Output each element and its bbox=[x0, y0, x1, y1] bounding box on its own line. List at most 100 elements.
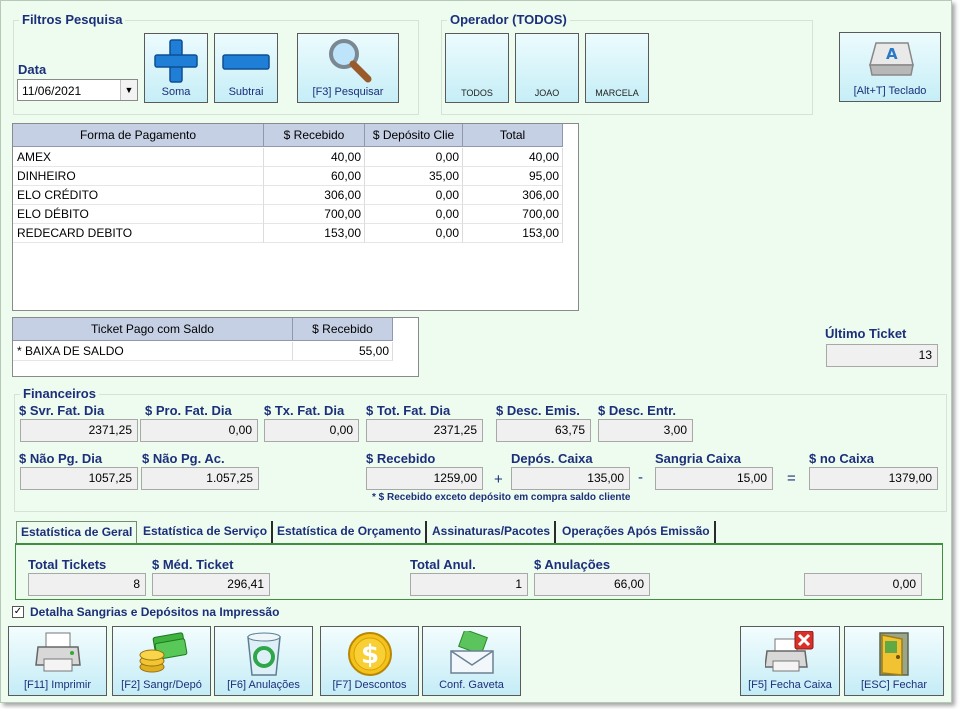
table-row[interactable]: AMEX 40,00 0,00 40,00 bbox=[13, 148, 563, 167]
pesquisar-button[interactable]: [F3] Pesquisar bbox=[297, 33, 399, 103]
sangria-caixa-label: Sangria Caixa bbox=[655, 451, 741, 466]
deposito-cell: 35,00 bbox=[365, 167, 463, 186]
cash-coins-icon bbox=[139, 632, 187, 673]
printer-cancel-icon bbox=[765, 631, 814, 672]
total-cell: 306,00 bbox=[463, 186, 563, 205]
col-deposito-clie[interactable]: $ Depósito Clie bbox=[365, 124, 463, 147]
tx-fat-dia-label: $ Tx. Fat. Dia bbox=[264, 403, 345, 418]
operador-joao-tile[interactable]: JOAO bbox=[515, 33, 579, 103]
anulacoes-label: $ Anulações bbox=[534, 557, 611, 572]
fechar-button[interactable]: [ESC] Fechar bbox=[844, 626, 944, 696]
payments-table: Forma de Pagamento $ Recebido $ Depósito… bbox=[12, 123, 579, 311]
ticket-saldo-table: Ticket Pago com Saldo $ Recebido * BAIXA… bbox=[12, 317, 419, 377]
operador-todos-label: TODOS bbox=[461, 88, 493, 98]
tab-estatistica-geral[interactable]: Estatística de Geral bbox=[16, 521, 138, 543]
col-forma-pagamento[interactable]: Forma de Pagamento bbox=[13, 124, 264, 147]
recebido-cell: 60,00 bbox=[264, 167, 365, 186]
recebido-note: * $ Recebido exceto depósito em compra s… bbox=[372, 492, 631, 503]
table-row[interactable]: ELO DÉBITO 700,00 0,00 700,00 bbox=[13, 205, 563, 224]
payments-header: Forma de Pagamento $ Recebido $ Depósito… bbox=[13, 124, 563, 147]
date-value: 11/06/2021 bbox=[22, 84, 82, 98]
tab-assinaturas-pacotes[interactable]: Assinaturas/Pacotes bbox=[428, 521, 557, 543]
nao-pg-dia-field: 1057,25 bbox=[20, 467, 138, 490]
col-recebido[interactable]: $ Recebido bbox=[264, 124, 365, 147]
financeiros-title: Financeiros bbox=[20, 386, 99, 401]
exit-door-icon bbox=[879, 632, 909, 676]
ticket-saldo-header: Ticket Pago com Saldo $ Recebido bbox=[13, 318, 393, 341]
minus-operator: - bbox=[638, 469, 643, 486]
dollar-coin-icon: $ bbox=[347, 632, 392, 676]
data-label: Data bbox=[18, 62, 47, 77]
plus-operator: + bbox=[494, 471, 503, 488]
table-row[interactable]: ELO CRÉDITO 306,00 0,00 306,00 bbox=[13, 186, 563, 205]
operador-todos-tile[interactable]: TODOS bbox=[445, 33, 509, 103]
sangria-caixa-field: 15,00 bbox=[655, 467, 773, 490]
anulacoes-button[interactable]: [F6] Anulações bbox=[214, 626, 313, 696]
fechar-label: [ESC] Fechar bbox=[860, 679, 928, 691]
detalha-checkbox[interactable]: ✓ bbox=[12, 606, 24, 618]
tot-fat-dia-field: 2371,25 bbox=[366, 419, 483, 442]
total-anul-label: Total Anul. bbox=[410, 557, 476, 572]
descontos-button[interactable]: $ [F7] Descontos bbox=[320, 626, 419, 696]
total-anul-field: 1 bbox=[410, 573, 528, 596]
detalha-checkbox-label[interactable]: Detalha Sangrias e Depósitos na Impressã… bbox=[30, 605, 279, 619]
table-row[interactable]: DINHEIRO 60,00 35,00 95,00 bbox=[13, 167, 563, 186]
recebido-label: $ Recebido bbox=[366, 451, 436, 466]
forma-cell: ELO DÉBITO bbox=[13, 205, 264, 224]
desc-entr-field: 3,00 bbox=[598, 419, 693, 442]
sangr-depo-button[interactable]: [F2] Sangr/Depó bbox=[112, 626, 211, 696]
tab-estatistica-servico[interactable]: Estatística de Serviço bbox=[139, 521, 274, 543]
col-ticket-pago-saldo[interactable]: Ticket Pago com Saldo bbox=[13, 318, 293, 341]
imprimir-button[interactable]: [F11] Imprimir bbox=[8, 626, 107, 696]
ultimo-ticket-field: 13 bbox=[826, 344, 938, 367]
conf-gaveta-button[interactable]: Conf. Gaveta bbox=[422, 626, 521, 696]
chevron-down-icon[interactable]: ▼ bbox=[120, 80, 137, 100]
plus-icon bbox=[154, 39, 198, 83]
col-ticket-recebido[interactable]: $ Recebido bbox=[293, 318, 393, 341]
descontos-label: [F7] Descontos bbox=[332, 679, 407, 691]
svg-text:$: $ bbox=[361, 640, 379, 670]
fecha-caixa-label: [F5] Fecha Caixa bbox=[748, 679, 832, 691]
tab-estatistica-orcamento[interactable]: Estatística de Orçamento bbox=[273, 521, 428, 543]
conf-gaveta-label: Conf. Gaveta bbox=[439, 679, 504, 691]
caixa-window: Filtros Pesquisa Data 11/06/2021 ▼ Soma … bbox=[0, 0, 952, 703]
recebido-cell: 153,00 bbox=[264, 224, 365, 243]
tot-fat-dia-label: $ Tot. Fat. Dia bbox=[366, 403, 451, 418]
col-total[interactable]: Total bbox=[463, 124, 563, 147]
forma-cell: AMEX bbox=[13, 148, 264, 167]
table-row[interactable]: * BAIXA DE SALDO 55,00 bbox=[13, 342, 393, 361]
depos-caixa-field: 135,00 bbox=[511, 467, 630, 490]
anulacoes-label: [F6] Anulações bbox=[227, 679, 300, 691]
soma-label: Soma bbox=[161, 86, 191, 98]
tab-operacoes-apos-emissao[interactable]: Operações Após Emissão bbox=[558, 521, 716, 543]
table-row[interactable]: REDECARD DEBITO 153,00 0,00 153,00 bbox=[13, 224, 563, 243]
ticket-recebido-cell: 55,00 bbox=[293, 342, 393, 361]
deposito-cell: 0,00 bbox=[365, 148, 463, 167]
imprimir-label: [F11] Imprimir bbox=[23, 679, 92, 691]
soma-button[interactable]: Soma bbox=[144, 33, 208, 103]
total-cell: 700,00 bbox=[463, 205, 563, 224]
no-caixa-field: 1379,00 bbox=[809, 467, 938, 490]
ticket-desc-cell: * BAIXA DE SALDO bbox=[13, 342, 293, 361]
equals-operator: = bbox=[787, 470, 796, 487]
desc-entr-label: $ Desc. Entr. bbox=[598, 403, 677, 418]
recebido-field: 1259,00 bbox=[366, 467, 483, 490]
desc-emis-field: 63,75 bbox=[496, 419, 591, 442]
svg-text:A: A bbox=[886, 45, 898, 63]
subtrai-label: Subtrai bbox=[228, 86, 264, 98]
nao-pg-ac-label: $ Não Pg. Ac. bbox=[142, 451, 225, 466]
deposito-cell: 0,00 bbox=[365, 224, 463, 243]
teclado-label: [Alt+T] Teclado bbox=[853, 85, 927, 97]
teclado-button[interactable]: A [Alt+T] Teclado bbox=[839, 32, 941, 102]
forma-cell: DINHEIRO bbox=[13, 167, 264, 186]
ultimo-ticket-label: Último Ticket bbox=[825, 326, 907, 341]
nao-pg-dia-label: $ Não Pg. Dia bbox=[19, 451, 103, 466]
no-caixa-label: $ no Caixa bbox=[809, 451, 875, 466]
nao-pg-ac-field: 1.057,25 bbox=[141, 467, 259, 490]
date-picker[interactable]: 11/06/2021 ▼ bbox=[17, 79, 138, 101]
operador-title: Operador (TODOS) bbox=[447, 12, 570, 27]
operador-marcela-tile[interactable]: MARCELA bbox=[585, 33, 649, 103]
forma-cell: REDECARD DEBITO bbox=[13, 224, 264, 243]
subtrai-button[interactable]: Subtrai bbox=[214, 33, 278, 103]
fecha-caixa-button[interactable]: [F5] Fecha Caixa bbox=[740, 626, 840, 696]
